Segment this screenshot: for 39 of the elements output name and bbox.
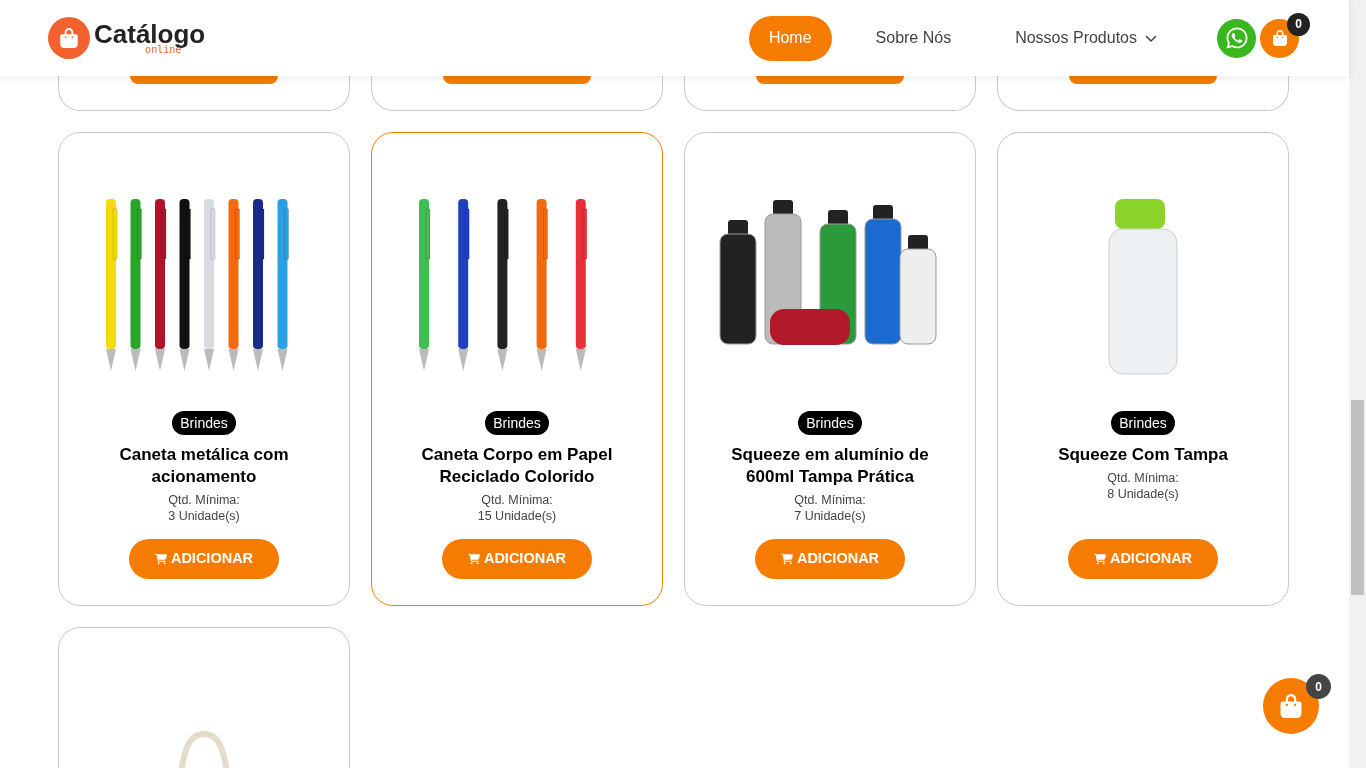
min-quantity-value: 3 Unidade(s) [168,508,240,524]
scrollbar[interactable] [1349,0,1366,768]
cart-count-badge: 0 [1306,674,1331,699]
add-to-cart-button[interactable] [1069,76,1217,84]
cart-icon [780,553,793,565]
add-to-cart-button[interactable] [756,76,904,84]
add-to-cart-button[interactable] [443,76,591,84]
nav-link[interactable]: Home [748,15,832,61]
product-name: Caneta metálica com acionamento [118,444,290,488]
cart-icon [1093,553,1106,565]
category-badge: Brindes [172,411,236,435]
min-quantity-label: Qtd. Mínima: [168,492,240,508]
shopping-bag-icon [1271,30,1288,46]
category-badge: Brindes [485,411,549,435]
add-to-cart-button[interactable]: ADICIONAR [1068,539,1218,579]
product-name: Caneta Corpo em Papel Reciclado Colorido [420,444,614,488]
cart-icon [467,553,480,565]
nav-link[interactable]: Nossos Produtos [995,15,1177,61]
shopping-bag-logo-icon [48,17,90,59]
add-to-cart-button[interactable] [130,76,278,84]
product-name: Squeeze Com Tampa [1057,444,1229,466]
category-badge: Brindes [798,411,862,435]
add-to-cart-button[interactable]: ADICIONAR [755,539,905,579]
min-quantity-label: Qtd. Mínima: [1107,470,1179,486]
min-quantity-label: Qtd. Mínima: [481,492,553,508]
shopping-bag-icon [1279,694,1303,718]
add-to-cart-button[interactable]: ADICIONAR [442,539,592,579]
add-to-cart-button[interactable]: ADICIONAR [129,539,279,579]
min-quantity-label: Qtd. Mínima: [794,492,866,508]
whatsapp-icon [1224,26,1249,50]
category-badge: Brindes [1111,411,1175,435]
logo-text: Catálogo [94,21,206,47]
product-name: Squeeze em alumínio de 600ml Tampa Prática [730,444,930,488]
min-quantity-value: 7 Unidade(s) [794,508,866,524]
nav-link[interactable]: Sobre Nós [855,15,972,61]
min-quantity-value: 8 Unidade(s) [1107,486,1179,502]
cart-count-badge: 0 [1287,12,1310,36]
min-quantity-value: 15 Unidade(s) [477,508,557,524]
cart-icon [154,553,167,565]
